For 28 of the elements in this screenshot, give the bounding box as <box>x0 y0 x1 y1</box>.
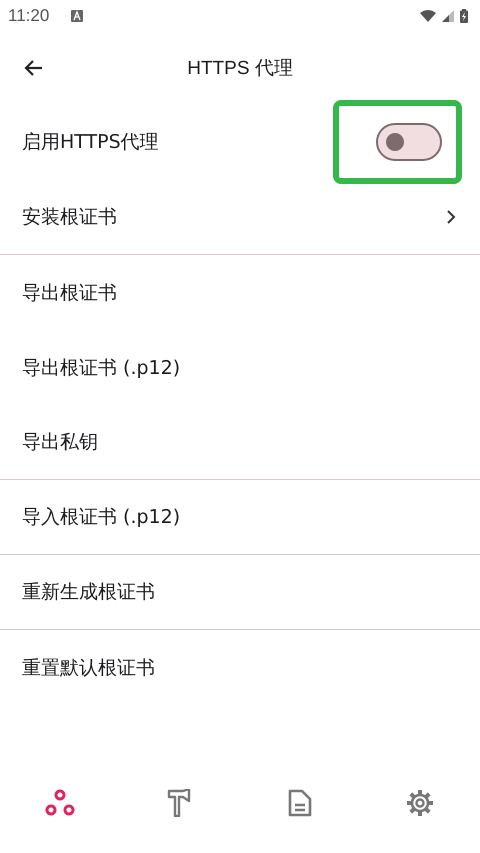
signal-icon <box>442 10 454 22</box>
item-label: 启用HTTPS代理 <box>22 130 160 155</box>
settings-item[interactable]: 导出根证书 (.p12) <box>0 330 480 405</box>
status-time: 11:20 <box>8 6 50 26</box>
settings-item[interactable]: 启用HTTPS代理 <box>0 104 480 180</box>
keyboard-icon <box>71 10 84 22</box>
settings-item[interactable]: 导出私钥 <box>0 405 480 480</box>
item-label: 导出根证书 <box>22 280 118 306</box>
item-label: 重置默认根证书 <box>22 656 156 680</box>
settings-item[interactable]: 重置默认根证书 <box>0 630 480 705</box>
item-label: 导出根证书 (.p12) <box>22 356 182 380</box>
item-label: 导入根证书 (.p12) <box>22 505 182 530</box>
hammer-icon <box>167 789 193 817</box>
settings-item[interactable]: 导出根证书 <box>0 255 480 330</box>
settings-icon <box>406 789 434 817</box>
chevron-right-icon <box>446 210 456 224</box>
item-label: 导出私钥 <box>22 430 99 455</box>
item-label: 重新生成根证书 <box>22 580 156 605</box>
settings-item[interactable]: 重新生成根证书 <box>0 555 480 630</box>
screen-title: HTTPS 代理 <box>187 57 293 81</box>
settings-item[interactable]: 安装根证书 <box>0 180 480 255</box>
circles-icon <box>45 789 75 817</box>
wifi-icon <box>420 10 436 22</box>
item-label: 安装根证书 <box>22 205 118 230</box>
battery-icon <box>460 9 468 23</box>
settings-item[interactable]: 导入根证书 (.p12) <box>0 480 480 555</box>
toggle-switch[interactable] <box>376 123 442 161</box>
document-icon <box>288 789 312 817</box>
